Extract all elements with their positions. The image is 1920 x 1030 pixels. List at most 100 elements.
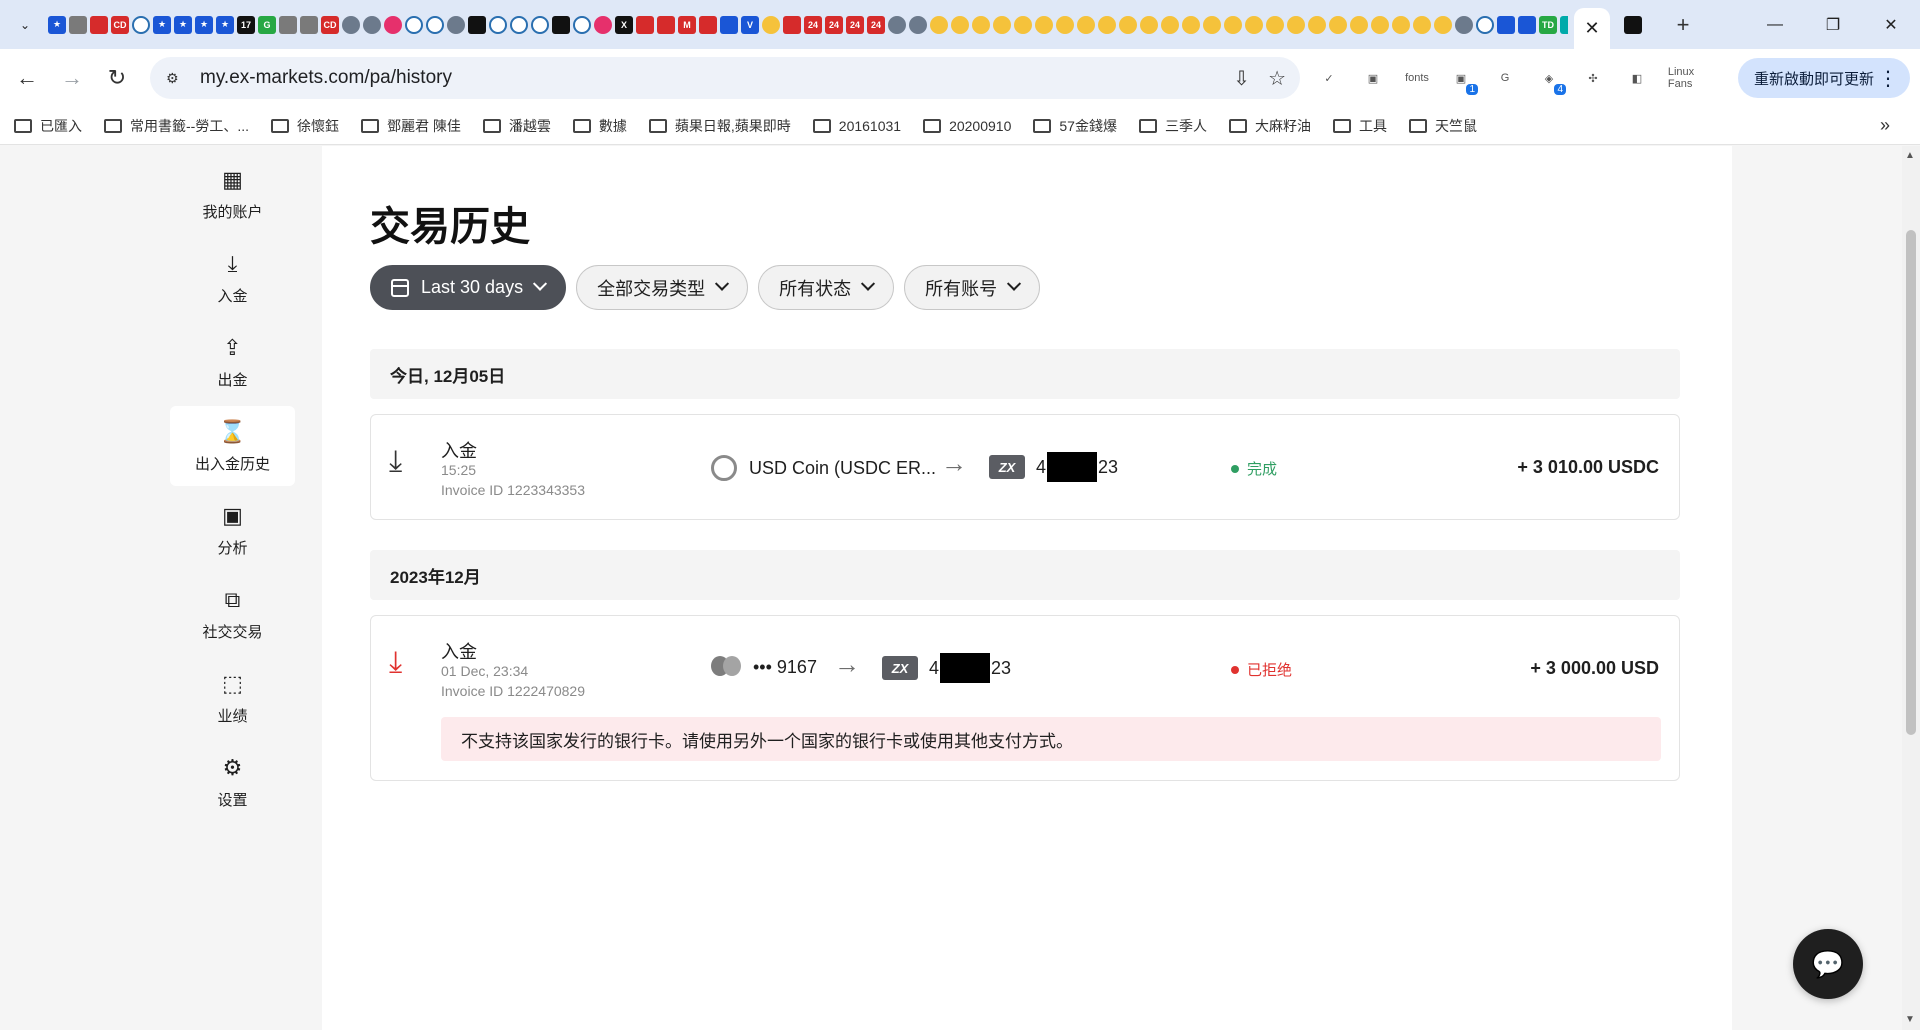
tab-favicon-icon[interactable] [405, 15, 423, 34]
transaction-type-filter[interactable]: 全部交易类型 [576, 265, 749, 310]
puzzle-extensions-icon[interactable]: ✣ [1580, 65, 1606, 91]
tab-favicon-icon[interactable] [279, 15, 297, 34]
tab-favicon-icon[interactable] [888, 15, 906, 34]
bookmark-folder[interactable]: 天竺鼠 [1408, 116, 1477, 136]
tab-favicon-icon[interactable] [447, 15, 465, 34]
sidebar-item-withdraw[interactable]: ⇪ 出金 [170, 322, 295, 402]
tab-favicon-icon[interactable] [1014, 15, 1032, 34]
scroll-down-icon[interactable]: ▼ [1905, 1014, 1915, 1025]
side-panel-icon[interactable]: ◧ [1624, 65, 1650, 91]
tab-favicon-icon[interactable] [783, 15, 801, 34]
tab-favicon-icon[interactable] [930, 15, 948, 34]
tab-favicon-icon[interactable] [699, 15, 717, 34]
tab-search-icon[interactable]: ⌄ [8, 8, 42, 42]
tab-favicon-icon[interactable]: ★ [216, 15, 234, 34]
bookmark-folder[interactable]: 大麻籽油 [1228, 116, 1311, 136]
back-arrow-icon[interactable]: ← [9, 60, 45, 96]
bookmark-folder[interactable]: 已匯入 [14, 116, 82, 136]
tab-favicon-icon[interactable] [552, 15, 570, 34]
tab-favicon-icon[interactable] [1329, 15, 1347, 34]
tab-favicon-icon[interactable] [573, 15, 591, 34]
tab-favicon-icon[interactable] [489, 15, 507, 34]
tab-favicon-icon[interactable]: 24 [867, 15, 885, 34]
tab-favicon-icon[interactable] [1308, 15, 1326, 34]
tab-favicon-icon[interactable]: M [678, 15, 696, 34]
tab-favicon-icon[interactable]: 24 [804, 15, 822, 34]
tab-favicon-icon[interactable]: TD [1539, 15, 1557, 34]
bookmark-folder[interactable]: 蘋果日報,蘋果即時 [648, 116, 791, 136]
bookmark-folder[interactable]: 三季人 [1138, 116, 1207, 136]
tab-favicon-icon[interactable] [531, 15, 549, 34]
tab-favicon-icon[interactable] [300, 15, 318, 34]
tab-favicon-icon[interactable] [510, 15, 528, 34]
tab-favicon-icon[interactable] [594, 15, 612, 34]
tab-favicon-icon[interactable]: 17 [237, 15, 255, 34]
tab-favicon-icon[interactable] [951, 15, 969, 34]
tab-favicon-icon[interactable] [1476, 15, 1494, 34]
forward-arrow-icon[interactable]: → [54, 60, 90, 96]
tab-favicon-icon[interactable]: V [741, 15, 759, 34]
restore-icon[interactable]: ❐ [1804, 0, 1862, 49]
tab-favicon-icon[interactable] [1224, 15, 1242, 34]
chat-support-button[interactable]: 💬 [1793, 929, 1863, 999]
tab-favicon-icon[interactable] [1203, 15, 1221, 34]
tab-favicon-icon[interactable] [1350, 15, 1368, 34]
tab-favicon-icon[interactable] [1077, 15, 1095, 34]
tab-favicon-icon[interactable] [132, 15, 150, 34]
tab-favicon-icon[interactable] [1497, 15, 1515, 34]
tab-favicon-icon[interactable] [636, 15, 654, 34]
date-range-filter[interactable]: Last 30 days [370, 265, 567, 310]
bookmark-folder[interactable]: 57金錢爆 [1033, 116, 1117, 136]
tab-favicon-icon[interactable]: G [258, 15, 276, 34]
bookmark-folder[interactable]: 徐懷鈺 [271, 116, 339, 136]
tab-favicon-icon[interactable] [426, 15, 444, 34]
tab-favicon-icon[interactable] [1098, 15, 1116, 34]
transaction-row[interactable]: ⤓ 入金 15:25 Invoice ID 1223343353 USD Coi… [370, 414, 1680, 520]
tab-favicon-icon[interactable] [468, 15, 486, 34]
tab-favicon-icon[interactable] [1056, 15, 1074, 34]
url-text[interactable]: my.ex-markets.com/pa/history [200, 67, 452, 89]
sidebar-item-analysis[interactable]: ▣ 分析 [170, 490, 295, 570]
tab-favicon-icon[interactable]: ★ [174, 15, 192, 34]
tab-favicon-icon[interactable]: ★ [153, 15, 171, 34]
tab-favicon-icon[interactable] [1560, 15, 1568, 34]
extension-icon[interactable]: ▣ 1 [1448, 65, 1478, 95]
tab-favicon-icon[interactable] [657, 15, 675, 34]
tab-favicon-icon[interactable] [720, 15, 738, 34]
tab-favicon-icon[interactable] [363, 15, 381, 34]
tab-favicon-icon[interactable]: 24 [846, 15, 864, 34]
tab-favicon-icon[interactable] [384, 15, 402, 34]
tab-favicon-icon[interactable] [90, 15, 108, 34]
sidebar-item-my-account[interactable]: ▦ 我的账户 [170, 154, 295, 234]
scrollbar-thumb[interactable] [1906, 230, 1916, 735]
tab-favicon-icon[interactable] [1119, 15, 1137, 34]
bookmark-folder[interactable]: 20200910 [923, 118, 1011, 134]
linux-fans-icon[interactable]: Linux Fans [1668, 65, 1694, 91]
bookmark-folder[interactable]: 鄧麗君 陳佳 [361, 116, 461, 136]
scroll-up-icon[interactable]: ▲ [1905, 150, 1915, 161]
sidebar-item-deposit[interactable]: ⤓ 入金 [170, 238, 295, 318]
tab-favicon-icon[interactable] [1266, 15, 1284, 34]
tab-favicon-icon[interactable] [1518, 15, 1536, 34]
sidebar-item-performance[interactable]: ⬚ 业绩 [170, 658, 295, 738]
bookmark-star-icon[interactable]: ☆ [1268, 66, 1286, 91]
bookmark-folder[interactable]: 20161031 [812, 118, 901, 134]
tab-favicon-icon[interactable] [993, 15, 1011, 34]
tab-favicon-icon[interactable]: ★ [48, 15, 66, 34]
close-window-icon[interactable]: ✕ [1862, 0, 1920, 49]
tab-favicon-icon[interactable] [1161, 15, 1179, 34]
tab-favicon-icon[interactable] [1140, 15, 1158, 34]
bookmarks-overflow-icon[interactable]: » [1880, 115, 1890, 136]
kebab-menu-icon[interactable]: ⋮ [1878, 66, 1898, 91]
restart-to-update-button[interactable]: 重新啟動即可更新 ⋮ [1737, 58, 1910, 98]
tab-favicon-icon[interactable]: CD [321, 15, 339, 34]
page-scrollbar[interactable]: ▲ ▼ [1902, 146, 1920, 1030]
sidebar-item-settings[interactable]: ⚙ 设置 [170, 742, 295, 822]
fonts-extension-icon[interactable]: fonts [1404, 65, 1430, 91]
tab-favicon-icon[interactable] [1392, 15, 1410, 34]
check-extension-icon[interactable]: ✓ [1316, 65, 1342, 91]
tab-favicon-icon[interactable] [1287, 15, 1305, 34]
tab-favicon-icon[interactable]: ★ [195, 15, 213, 34]
transaction-row[interactable]: ⤓ 入金 01 Dec, 23:34 Invoice ID 1222470829… [370, 615, 1680, 781]
tab-favicon-icon[interactable]: CD [111, 15, 129, 34]
